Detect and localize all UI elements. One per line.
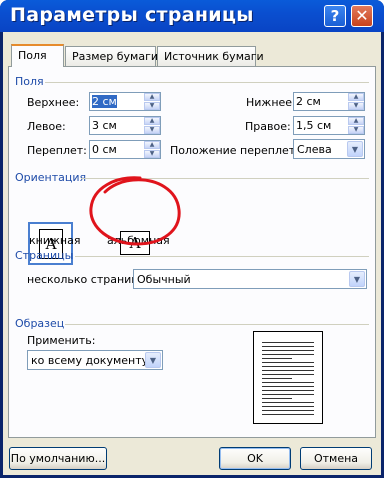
set-default-button[interactable]: По умолчанию... <box>9 447 107 470</box>
preview-text-line <box>262 342 314 343</box>
landscape-label[interactable]: альбомная <box>107 234 170 247</box>
bottom-margin-spinner[interactable]: 2 см ▲ ▼ <box>293 92 365 111</box>
tab-label: Источник бумаги <box>164 50 264 63</box>
title-bar[interactable]: Параметры страницы ? ✕ <box>0 0 384 32</box>
gutter-spinner[interactable]: 0 см ▲ ▼ <box>89 140 161 159</box>
bottom-margin-value[interactable]: 2 см <box>296 95 321 108</box>
gutter-position-label: Положение переплета: <box>170 144 306 157</box>
chevron-down-icon[interactable]: ▼ <box>349 271 365 287</box>
right-margin-spinner[interactable]: 1,5 см ▲ ▼ <box>293 116 365 135</box>
ok-label: OK <box>247 452 263 465</box>
apply-to-label: Применить: <box>27 334 96 347</box>
orientation-section-title: Ориентация <box>15 171 87 184</box>
set-default-label: По умолчанию... <box>10 452 106 465</box>
dialog-body: Поля Размер бумаги Источник бумаги Поля … <box>3 32 381 475</box>
close-icon: ✕ <box>355 6 369 25</box>
preview-text-line <box>262 354 314 355</box>
bottom-margin-label: Нижнее: <box>246 96 296 109</box>
spin-up-icon[interactable]: ▲ <box>144 141 160 149</box>
spin-down-icon[interactable]: ▼ <box>144 150 160 158</box>
spin-down-icon[interactable]: ▼ <box>348 102 364 110</box>
preview-text-line <box>262 394 314 395</box>
preview-text-line <box>262 398 292 399</box>
multiple-pages-value: Обычный <box>137 273 191 286</box>
multiple-pages-select[interactable]: Обычный ▼ <box>133 269 367 289</box>
spin-down-icon[interactable]: ▼ <box>144 102 160 110</box>
chevron-down-icon[interactable]: ▼ <box>347 141 363 157</box>
tab-paper-size[interactable]: Размер бумаги <box>65 46 159 66</box>
top-margin-spinner[interactable]: 2 см ▲ ▼ <box>89 92 161 111</box>
gutter-label: Переплет: <box>27 144 87 157</box>
top-margin-value[interactable]: 2 см <box>92 95 117 108</box>
preview-text-line <box>262 414 314 415</box>
gutter-position-select[interactable]: Слева ▼ <box>293 139 365 159</box>
right-margin-value[interactable]: 1,5 см <box>296 119 331 132</box>
section-divider <box>75 256 369 257</box>
preview-text-line <box>262 374 314 375</box>
tab-paper-source[interactable]: Источник бумаги <box>157 46 264 66</box>
help-button[interactable]: ? <box>324 5 346 27</box>
chevron-down-icon[interactable]: ▼ <box>145 352 161 368</box>
apply-to-value: ко всему документу <box>31 354 149 367</box>
left-margin-label: Левое: <box>27 120 66 133</box>
preview-text-line <box>262 410 314 411</box>
page-setup-dialog: Параметры страницы ? ✕ Поля Размер бумаг… <box>0 0 384 478</box>
preview-text-line <box>262 406 314 407</box>
spin-up-icon[interactable]: ▲ <box>144 93 160 101</box>
tab-label: Размер бумаги <box>72 50 159 63</box>
help-icon: ? <box>330 7 340 25</box>
gutter-position-value: Слева <box>297 143 332 156</box>
right-margin-label: Правое: <box>245 120 291 133</box>
ok-button[interactable]: OK <box>219 447 291 470</box>
cancel-button[interactable]: Отмена <box>300 447 372 470</box>
left-margin-value[interactable]: 3 см <box>92 119 117 132</box>
dialog-title: Параметры страницы <box>10 4 254 26</box>
preview-text-line <box>262 358 292 359</box>
preview-text-line <box>262 386 314 387</box>
spin-down-icon[interactable]: ▼ <box>348 126 364 134</box>
preview-text-line <box>262 346 314 347</box>
preview-text-line <box>262 402 314 403</box>
tab-margins[interactable]: Поля <box>11 44 64 67</box>
section-divider <box>65 324 369 325</box>
preview-text-line <box>262 382 314 383</box>
tab-label: Поля <box>18 49 47 62</box>
apply-to-select[interactable]: ко всему документу ▼ <box>27 350 163 370</box>
spin-up-icon[interactable]: ▲ <box>348 93 364 101</box>
preview-text-line <box>262 362 314 363</box>
page-preview <box>253 331 323 424</box>
top-margin-label: Верхнее: <box>27 96 80 109</box>
preview-text-line <box>262 390 314 391</box>
cancel-label: Отмена <box>313 452 359 465</box>
gutter-value[interactable]: 0 см <box>92 143 117 156</box>
sample-section-title: Образец <box>15 317 65 330</box>
section-divider <box>81 178 369 179</box>
preview-text-line <box>262 350 314 351</box>
close-button[interactable]: ✕ <box>351 5 373 27</box>
pages-section-title: Страницы <box>15 249 74 262</box>
preview-text-line <box>262 370 314 371</box>
margins-section-title: Поля <box>15 75 44 88</box>
portrait-label[interactable]: книжная <box>29 234 80 247</box>
spin-up-icon[interactable]: ▲ <box>348 117 364 125</box>
preview-text-line <box>262 366 314 367</box>
multiple-pages-label: несколько страниц: <box>27 273 143 286</box>
preview-text-line <box>262 378 292 379</box>
spin-up-icon[interactable]: ▲ <box>144 117 160 125</box>
left-margin-spinner[interactable]: 3 см ▲ ▼ <box>89 116 161 135</box>
section-divider <box>45 82 369 83</box>
spin-down-icon[interactable]: ▼ <box>144 126 160 134</box>
